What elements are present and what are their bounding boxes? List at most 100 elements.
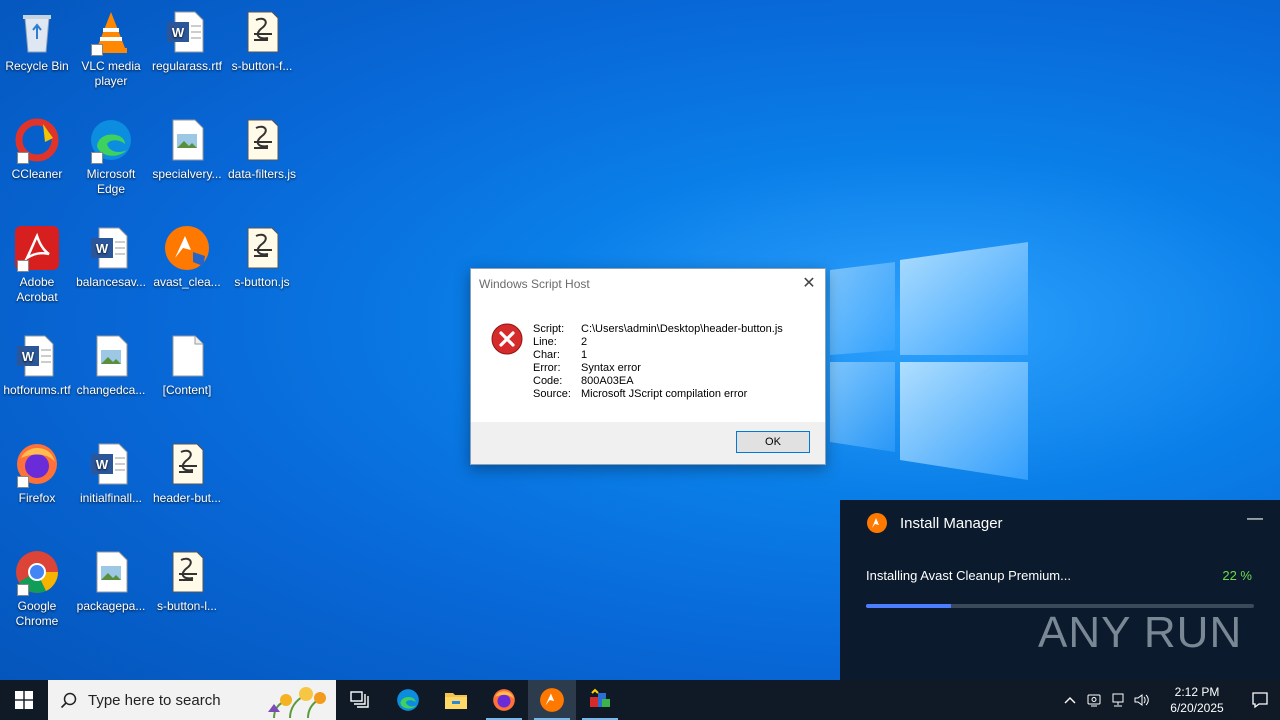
device-icon[interactable] <box>1082 680 1106 720</box>
desktop-icon-label: Firefox <box>18 491 56 505</box>
desktop-icon-data-filters[interactable]: data-filters.js <box>225 116 299 182</box>
desktop-icon-packagepa[interactable]: packagepa... <box>74 548 148 614</box>
detail-value: Microsoft JScript compilation error <box>581 388 748 400</box>
search-highlight-flowers-icon <box>268 687 326 718</box>
desktop-icon-label: [Content] <box>162 383 212 397</box>
desktop-icon-label: VLC media player <box>81 59 141 88</box>
dialog-footer: OK <box>471 422 825 464</box>
desktop-icon-label: avast_clea... <box>153 275 221 289</box>
script-host-icon <box>590 688 610 707</box>
desktop-icon-google-chrome[interactable]: Google Chrome <box>0 548 74 629</box>
detail-row-source: Source: Microsoft JScript compilation err… <box>533 388 783 401</box>
detail-value: 1 <box>581 349 588 361</box>
error-details: Script: C:\Users\admin\Desktop\header-but… <box>533 323 783 401</box>
desktop-icon-specialvery[interactable]: specialvery... <box>150 116 224 182</box>
notification-center-button[interactable] <box>1240 680 1280 720</box>
anyrun-watermark: ANY RUN <box>1038 608 1242 658</box>
desktop-icon-initialfinall[interactable]: W initialfinall... <box>74 440 148 506</box>
install-progress-fill <box>866 604 952 608</box>
dialog-title-bar[interactable]: Windows Script Host <box>471 269 825 299</box>
task-view-icon <box>350 691 369 708</box>
script-host-dialog: Windows Script Host ✕ Script: C:\Users\ad… <box>470 268 826 465</box>
taskbar-edge-button[interactable] <box>384 680 432 720</box>
desktop-icon-balancesav[interactable]: W balancesav... <box>74 224 148 290</box>
svg-text:W: W <box>96 241 109 256</box>
firefox-icon <box>13 440 61 488</box>
desktop-icon-recycle-bin[interactable]: Recycle Bin <box>0 8 74 74</box>
desktop-icon-content[interactable]: [Content] <box>150 332 224 398</box>
desktop-icon-regularass[interactable]: W regularass.rtf <box>150 8 224 74</box>
task-view-button[interactable] <box>336 680 384 720</box>
desktop-icon-s-button-l[interactable]: s-button-l... <box>150 548 224 614</box>
acrobat-icon <box>13 224 61 272</box>
script-file-icon <box>238 8 286 56</box>
avast-icon <box>163 224 211 272</box>
desktop-icon-avast-clea[interactable]: avast_clea... <box>150 224 224 290</box>
volume-icon[interactable] <box>1130 680 1154 720</box>
desktop-icon-s-button[interactable]: s-button.js <box>225 224 299 290</box>
desktop-icon-label: balancesav... <box>76 275 146 289</box>
detail-key: Error: <box>533 362 561 374</box>
desktop-icon-label: changedca... <box>76 383 146 397</box>
desktop-icon-hotforums[interactable]: W hotforums.rtf <box>0 332 74 398</box>
detail-row-code: Code: 800A03EA <box>533 375 783 388</box>
desktop-icon-label: CCleaner <box>11 167 63 181</box>
network-icon[interactable] <box>1106 680 1130 720</box>
detail-row-error: Error: Syntax error <box>533 362 783 375</box>
notification-icon <box>1252 692 1268 709</box>
desktop-icon-header-but[interactable]: header-but... <box>150 440 224 506</box>
desktop-icon-firefox[interactable]: Firefox <box>0 440 74 506</box>
show-hidden-icons-chevron-up-icon[interactable] <box>1058 680 1082 720</box>
script-file-icon <box>238 224 286 272</box>
detail-key: Char: <box>533 349 560 361</box>
ok-button[interactable]: OK <box>736 431 810 453</box>
detail-key: Source: <box>533 388 571 400</box>
install-status-text: Installing Avast Cleanup Premium... <box>866 568 1071 583</box>
install-percent: 22 % <box>1222 568 1252 583</box>
desktop-icon-label: header-but... <box>152 491 222 505</box>
clock-date: 6/20/2025 <box>1170 701 1224 715</box>
edge-icon <box>87 116 135 164</box>
chrome-icon <box>13 548 61 596</box>
install-manager-title: Install Manager <box>900 514 1003 532</box>
word-document-icon: W <box>87 440 135 488</box>
ccleaner-icon <box>13 116 61 164</box>
image-file-icon <box>163 116 211 164</box>
desktop-icon-changedca[interactable]: changedca... <box>74 332 148 398</box>
word-document-icon: W <box>163 8 211 56</box>
taskbar-script-host-button[interactable] <box>576 680 624 720</box>
recycle-bin-icon <box>13 8 61 56</box>
start-button[interactable] <box>0 680 48 720</box>
detail-value: C:\Users\admin\Desktop\header-button.js <box>581 323 783 335</box>
taskbar-firefox-button[interactable] <box>480 680 528 720</box>
word-document-icon: W <box>87 224 135 272</box>
taskbar-avast-button[interactable] <box>528 680 576 720</box>
desktop-icon-label: s-button.js <box>234 275 290 289</box>
desktop-icon-label: initialfinall... <box>79 491 143 505</box>
taskbar-clock[interactable]: 2:12 PM 6/20/2025 <box>1154 684 1240 716</box>
desktop-icon-s-button-f[interactable]: s-button-f... <box>225 8 299 74</box>
taskbar-search-box[interactable]: Type here to search <box>48 680 336 720</box>
folder-icon <box>445 693 467 709</box>
desktop-icon-label: specialvery... <box>152 167 222 181</box>
desktop-icon-label: data-filters.js <box>227 167 297 181</box>
desktop-icon-label: Microsoft Edge <box>86 167 136 196</box>
svg-text:W: W <box>172 25 185 40</box>
detail-value: 2 <box>581 336 588 348</box>
detail-row-char: Char: 1 <box>533 349 783 362</box>
desktop-icon-ccleaner[interactable]: CCleaner <box>0 116 74 182</box>
avast-icon <box>540 688 564 712</box>
desktop-icon-label: packagepa... <box>76 599 146 613</box>
minimize-icon[interactable]: — <box>1246 510 1264 528</box>
install-manager-header: Install Manager <box>866 512 1003 534</box>
taskbar-file-explorer-button[interactable] <box>432 680 480 720</box>
detail-key: Code: <box>533 375 563 387</box>
desktop-icon-microsoft-edge[interactable]: Microsoft Edge <box>74 116 148 197</box>
desktop-icon-vlc[interactable]: VLC media player <box>74 8 148 89</box>
desktop-icon-label: Adobe Acrobat <box>16 275 58 304</box>
firefox-icon <box>493 689 515 711</box>
desktop-icon-adobe-acrobat[interactable]: Adobe Acrobat <box>0 224 74 305</box>
close-icon[interactable]: ✕ <box>799 274 819 294</box>
desktop-icon-label: Google Chrome <box>15 599 59 628</box>
detail-value: 800A03EA <box>581 375 634 387</box>
